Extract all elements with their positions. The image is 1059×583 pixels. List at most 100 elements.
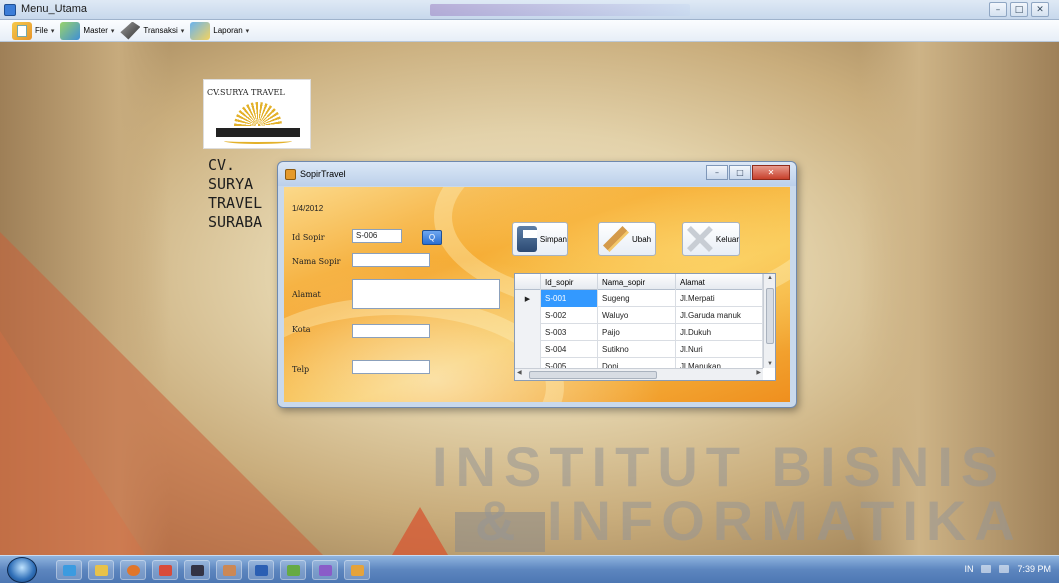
menu-laporan-label: Laporan	[213, 26, 243, 35]
dialog-title: SopirTravel	[300, 169, 346, 179]
clock[interactable]: 7:39 PM	[1017, 564, 1051, 574]
network-icon[interactable]	[981, 565, 992, 573]
scroll-thumb[interactable]	[529, 371, 657, 379]
cell-nama-sopir[interactable]: Paijo	[598, 324, 676, 341]
dialog-maximize-button[interactable]: □	[729, 165, 751, 180]
taskbar-word-button[interactable]	[248, 560, 274, 580]
volume-icon[interactable]	[999, 565, 1010, 573]
simpan-label: Simpan	[539, 234, 567, 244]
row-header[interactable]	[515, 341, 541, 358]
language-indicator[interactable]: IN	[964, 564, 973, 574]
save-icon	[517, 226, 537, 252]
nama-sopir-field[interactable]	[352, 253, 430, 267]
visual-studio-icon	[319, 565, 332, 576]
id-sopir-label: Id Sopir	[292, 233, 325, 242]
dialog-body: 1/4/2012 Id Sopir S-006 Q Nama Sopir Ala…	[284, 187, 790, 402]
taskbar-ie-button[interactable]	[56, 560, 82, 580]
browser-icon	[63, 565, 76, 576]
app-icon	[191, 565, 204, 576]
taskbar-app-button[interactable]	[184, 560, 210, 580]
search-button[interactable]: Q	[422, 230, 442, 245]
row-header[interactable]	[515, 307, 541, 324]
nama-sopir-label: Nama Sopir	[292, 257, 341, 266]
watermark-text: & INFORMATIKA	[475, 489, 1023, 552]
cell-id-sopir[interactable]: S-002	[541, 307, 598, 324]
column-header-alamat[interactable]: Alamat	[676, 274, 763, 290]
table-row[interactable]: S-002 Waluyo Jl.Garuda manuk	[515, 307, 763, 324]
company-name: CV. SURYA TRAVEL SURABA	[208, 156, 262, 232]
taskbar-app-button[interactable]	[216, 560, 242, 580]
menu-transaksi[interactable]: Transaksi ▾	[120, 20, 184, 42]
cell-alamat[interactable]: Jl.Garuda manuk	[676, 307, 763, 324]
taskbar-app-button[interactable]	[152, 560, 178, 580]
chevron-down-icon: ▾	[50, 27, 55, 35]
taskbar-app-button[interactable]	[280, 560, 306, 580]
scroll-right-icon[interactable]: ▶	[756, 369, 761, 376]
menu-file[interactable]: File ▾	[12, 20, 54, 42]
table-row[interactable]: S-004 Sutikno Jl.Nuri	[515, 341, 763, 358]
scroll-up-icon[interactable]: ▲	[764, 275, 776, 281]
app-icon	[159, 565, 172, 576]
cell-nama-sopir[interactable]: Waluyo	[598, 307, 676, 324]
simpan-button[interactable]: Simpan	[512, 222, 568, 256]
minimize-button[interactable]: –	[989, 2, 1007, 17]
sopir-data-grid[interactable]: Id_sopir Nama_sopir Alamat ▶ S-001 Sugen…	[514, 273, 776, 381]
taskbar-app-button[interactable]	[344, 560, 370, 580]
scroll-left-icon[interactable]: ◀	[517, 369, 522, 376]
menu-master[interactable]: Master ▾	[60, 20, 114, 42]
dialog-close-button[interactable]: ✕	[752, 165, 790, 180]
taskbar-vs-button[interactable]	[312, 560, 338, 580]
id-sopir-field[interactable]: S-006	[352, 229, 402, 243]
menu-laporan[interactable]: Laporan ▾	[190, 20, 249, 42]
transaksi-icon	[120, 21, 141, 40]
taskbar-media-button[interactable]	[120, 560, 146, 580]
row-header-corner	[515, 274, 541, 290]
kota-field[interactable]	[352, 324, 430, 338]
cell-nama-sopir[interactable]: Sutikno	[598, 341, 676, 358]
ubah-label: Ubah	[632, 234, 652, 244]
system-tray: IN 7:39 PM	[964, 564, 1051, 574]
sopir-travel-dialog: SopirTravel – □ ✕ 1/4/2012 Id Sopir S-00…	[277, 161, 797, 408]
menubar: File ▾ Master ▾ Transaksi ▾ Laporan ▾	[0, 20, 1059, 42]
dialog-minimize-button[interactable]: –	[706, 165, 728, 180]
laporan-icon	[190, 21, 211, 40]
grid-vertical-scrollbar[interactable]: ▲ ▼	[763, 274, 775, 368]
table-row[interactable]: ▶ S-001 Sugeng Jl.Merpati	[515, 290, 763, 307]
kota-label: Kota	[292, 325, 311, 334]
column-header-nama-sopir[interactable]: Nama_sopir	[598, 274, 676, 290]
main-window-title: Menu_Utama	[21, 3, 88, 15]
dialog-titlebar[interactable]: SopirTravel – □ ✕	[278, 162, 796, 186]
close-button[interactable]: ✕	[1031, 2, 1049, 17]
cell-alamat[interactable]: Jl.Nuri	[676, 341, 763, 358]
grid-horizontal-scrollbar[interactable]: ◀ ▶	[515, 368, 763, 380]
column-header-id-sopir[interactable]: Id_sopir	[541, 274, 598, 290]
cell-alamat[interactable]: Jl.Dukuh	[676, 324, 763, 341]
logo-text: CV.SURYA TRAVEL	[207, 88, 285, 97]
alamat-label: Alamat	[292, 290, 321, 299]
company-name-line: SURYA	[208, 175, 254, 193]
sun-icon	[234, 102, 282, 126]
scroll-down-icon[interactable]: ▼	[764, 361, 776, 367]
cell-alamat[interactable]: Jl.Merpati	[676, 290, 763, 307]
logo-swoosh	[224, 138, 292, 144]
taskbar-explorer-button[interactable]	[88, 560, 114, 580]
telp-field[interactable]	[352, 360, 430, 374]
current-row-indicator-icon: ▶	[515, 290, 541, 307]
table-row[interactable]: S-003 Paijo Jl.Dukuh	[515, 324, 763, 341]
ubah-button[interactable]: Ubah	[598, 222, 656, 256]
start-button[interactable]	[7, 557, 37, 583]
cell-nama-sopir[interactable]: Sugeng	[598, 290, 676, 307]
cell-id-sopir[interactable]: S-004	[541, 341, 598, 358]
company-name-line: CV.	[208, 156, 236, 174]
keluar-button[interactable]: Keluar	[682, 222, 740, 256]
cell-id-sopir[interactable]: S-003	[541, 324, 598, 341]
maximize-button[interactable]: □	[1010, 2, 1028, 17]
alamat-field[interactable]	[352, 279, 500, 309]
app-icon	[351, 565, 364, 576]
scroll-thumb[interactable]	[766, 288, 774, 344]
cell-id-sopir[interactable]: S-001	[541, 290, 598, 307]
background-window-title	[430, 4, 690, 16]
row-header[interactable]	[515, 324, 541, 341]
grid-rows: ▶ S-001 Sugeng Jl.Merpati S-002 Waluyo J…	[515, 290, 763, 375]
taskbar: IN 7:39 PM	[0, 555, 1059, 583]
